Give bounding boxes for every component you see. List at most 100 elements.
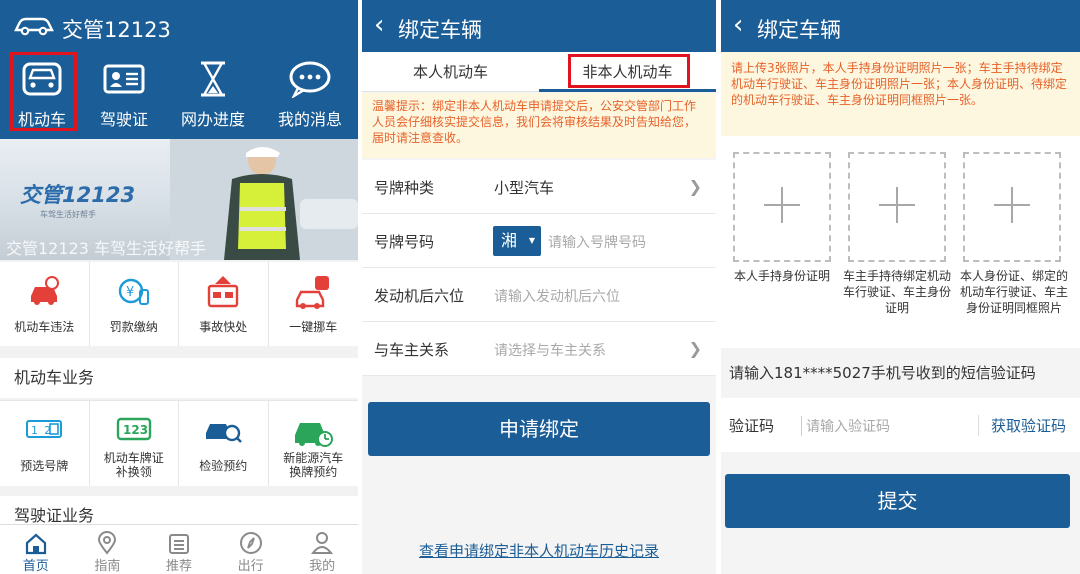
plus-icon	[992, 185, 1032, 229]
field-label: 与车主关系	[374, 341, 450, 359]
history-link[interactable]: 查看申请绑定非本人机动车历史记录	[362, 540, 716, 561]
app-title: 交管12123	[62, 18, 171, 42]
quick-action-label: 网办进度	[180, 110, 245, 129]
page-title: 绑定车辆	[398, 18, 482, 42]
tab-label: 首页	[22, 559, 49, 574]
section-title-vehicle: 机动车业务	[0, 358, 358, 398]
upload-notice: 请上传3张照片，本人手持身份证明照片一张；车主手持待绑定机动车行驶证、车主身份证…	[721, 52, 1080, 136]
quick-action-progress[interactable]: 网办进度	[173, 56, 253, 130]
bottom-tabbar: 首页 指南 推荐 出行 我的	[0, 524, 358, 574]
message-bubble-icon	[270, 56, 350, 102]
banner-subtitle: 车驾生活好帮手	[40, 210, 96, 219]
page-title: 绑定车辆	[757, 18, 841, 42]
service-move-car[interactable]: 一键挪车	[269, 262, 359, 346]
plate-123-icon: 123	[90, 413, 179, 453]
apply-bind-button[interactable]: 申请绑定	[368, 402, 710, 456]
service-ev-plate[interactable]: 新能源汽车 换牌预约	[269, 401, 359, 486]
quick-action-label: 我的消息	[277, 110, 342, 129]
plate-number-input[interactable]: 请输入号牌号码	[548, 232, 646, 252]
service-label: 事故快处	[199, 320, 248, 334]
chevron-right-icon: ❯	[688, 339, 702, 358]
tab-recommend[interactable]: 推荐	[143, 525, 215, 574]
verification-code-input[interactable]: 请输入验证码	[801, 416, 890, 436]
home-header: 交管12123 机动车 驾驶证 网办进度 我的消息	[0, 0, 358, 139]
location-pin-icon	[72, 525, 144, 555]
back-chevron-icon[interactable]: ‹	[733, 10, 743, 40]
service-label: 罚款缴纳	[109, 320, 158, 334]
field-label: 号牌号码	[374, 233, 435, 251]
notice-banner: 温馨提示：绑定非本人机动车申请提交后，公安交管部门工作人员会仔细核实提交信息，我…	[362, 93, 716, 158]
move-car-icon	[269, 274, 359, 314]
field-label: 发动机后六位	[374, 287, 465, 305]
banner-title: 交管12123	[20, 183, 136, 207]
upload-slot-1[interactable]	[733, 152, 831, 262]
inspection-icon	[179, 413, 268, 453]
nav-header: ‹ 绑定车辆	[362, 0, 716, 52]
list-doc-icon	[143, 525, 215, 555]
owner-tabs: 本人机动车 非本人机动车	[362, 52, 716, 92]
province-select[interactable]: 湘 ▼	[493, 226, 541, 256]
service-label: 机动车违法	[14, 320, 75, 334]
tab-label: 我的	[309, 559, 336, 574]
service-inspection[interactable]: 检验预约	[179, 401, 269, 486]
banner-caption: 交管12123 车驾生活好帮手	[6, 239, 206, 258]
upload-slot-label: 本人手持身份证明	[733, 269, 830, 283]
home-icon	[0, 525, 72, 555]
submit-button[interactable]: 提交	[725, 474, 1070, 528]
chevron-right-icon: ❯	[688, 177, 702, 196]
service-plate-select[interactable]: 1 2 预选号牌	[0, 401, 90, 486]
plate-select-icon: 1 2	[0, 413, 89, 453]
relation-row[interactable]: 与车主关系 请选择与车主关系 ❯	[362, 322, 716, 376]
tab-home[interactable]: 首页	[0, 525, 72, 574]
quick-action-messages[interactable]: 我的消息	[270, 56, 350, 130]
engine-row: 发动机后六位 请输入发动机后六位	[362, 268, 716, 322]
car-violation-icon	[0, 274, 89, 314]
compass-icon	[215, 525, 287, 555]
photo-upload-area: 本人手持身份证明 车主手持待绑定机动车行驶证、车主身份证明 本人身份证、绑定的机…	[721, 136, 1080, 348]
plate-type-value: 小型汽车	[494, 179, 555, 197]
upload-slot-label: 车主手持待绑定机动车行驶证、车主身份证明	[843, 269, 952, 315]
field-label: 验证码	[729, 417, 775, 435]
home-screen: 交管12123 机动车 驾驶证 网办进度 我的消息 交管12123 车驾生活好帮…	[0, 0, 358, 574]
highlight-box	[568, 54, 690, 88]
svg-text:123: 123	[123, 423, 148, 437]
quick-action-label: 驾驶证	[99, 110, 148, 129]
fine-payment-icon: ¥	[90, 274, 179, 314]
plus-icon	[877, 185, 917, 229]
tab-guide[interactable]: 指南	[72, 525, 144, 574]
relation-select[interactable]: 请选择与车主关系	[494, 340, 606, 360]
service-label: 新能源汽车 换牌预约	[283, 451, 344, 479]
ev-car-icon	[269, 413, 359, 453]
accident-icon	[179, 274, 268, 314]
quick-action-license[interactable]: 驾驶证	[84, 56, 164, 130]
tab-label: 指南	[94, 559, 121, 574]
tab-mine[interactable]: 我的	[286, 525, 358, 574]
promo-banner[interactable]: 交管12123 车驾生活好帮手 交管12123 车驾生活好帮手	[0, 139, 358, 260]
upload-slot-3[interactable]	[963, 152, 1061, 262]
tab-label: 推荐	[165, 559, 192, 574]
service-label: 一键挪车	[289, 320, 338, 334]
svg-text:1 2: 1 2	[31, 424, 51, 437]
plate-number-row: 号牌号码 湘 ▼ 请输入号牌号码	[362, 214, 716, 268]
service-vehicle-violation[interactable]: 机动车违法	[0, 262, 90, 346]
back-chevron-icon[interactable]: ‹	[374, 10, 384, 40]
plate-type-row[interactable]: 号牌种类 小型汽车 ❯	[362, 160, 716, 214]
service-fine-payment[interactable]: ¥ 罚款缴纳	[90, 262, 179, 346]
bind-vehicle-form-screen: ‹ 绑定车辆 本人机动车 非本人机动车 温馨提示：绑定非本人机动车申请提交后，公…	[362, 0, 716, 574]
upload-photos-screen: ‹ 绑定车辆 请上传3张照片，本人手持身份证明照片一张；车主手持待绑定机动车行驶…	[721, 0, 1080, 574]
upload-slot-2[interactable]	[848, 152, 946, 262]
bind-form: 号牌种类 小型汽车 ❯ 号牌号码 湘 ▼ 请输入号牌号码 发动机后六位 请输入发动…	[362, 160, 716, 376]
province-value: 湘	[501, 231, 518, 250]
service-plate-replace[interactable]: 123 机动车牌证 补换领	[90, 401, 179, 486]
tab-label: 出行	[237, 559, 264, 574]
tab-travel[interactable]: 出行	[215, 525, 287, 574]
engine-input[interactable]: 请输入发动机后六位	[494, 286, 620, 306]
service-accident[interactable]: 事故快处	[179, 262, 269, 346]
get-code-button[interactable]: 获取验证码	[977, 415, 1066, 436]
license-card-icon	[84, 56, 164, 102]
tab-own-vehicle[interactable]: 本人机动车	[362, 52, 539, 91]
upload-slot-label: 本人身份证、绑定的机动车行驶证、车主身份证明同框照片	[960, 269, 1069, 315]
service-grid: 机动车违法 ¥ 罚款缴纳 事故快处 一键挪车	[0, 262, 358, 346]
vehicle-service-grid: 1 2 预选号牌 123 机动车牌证 补换领 检验预约 新能源汽车 换牌预约	[0, 400, 358, 486]
field-label: 号牌种类	[374, 179, 435, 197]
